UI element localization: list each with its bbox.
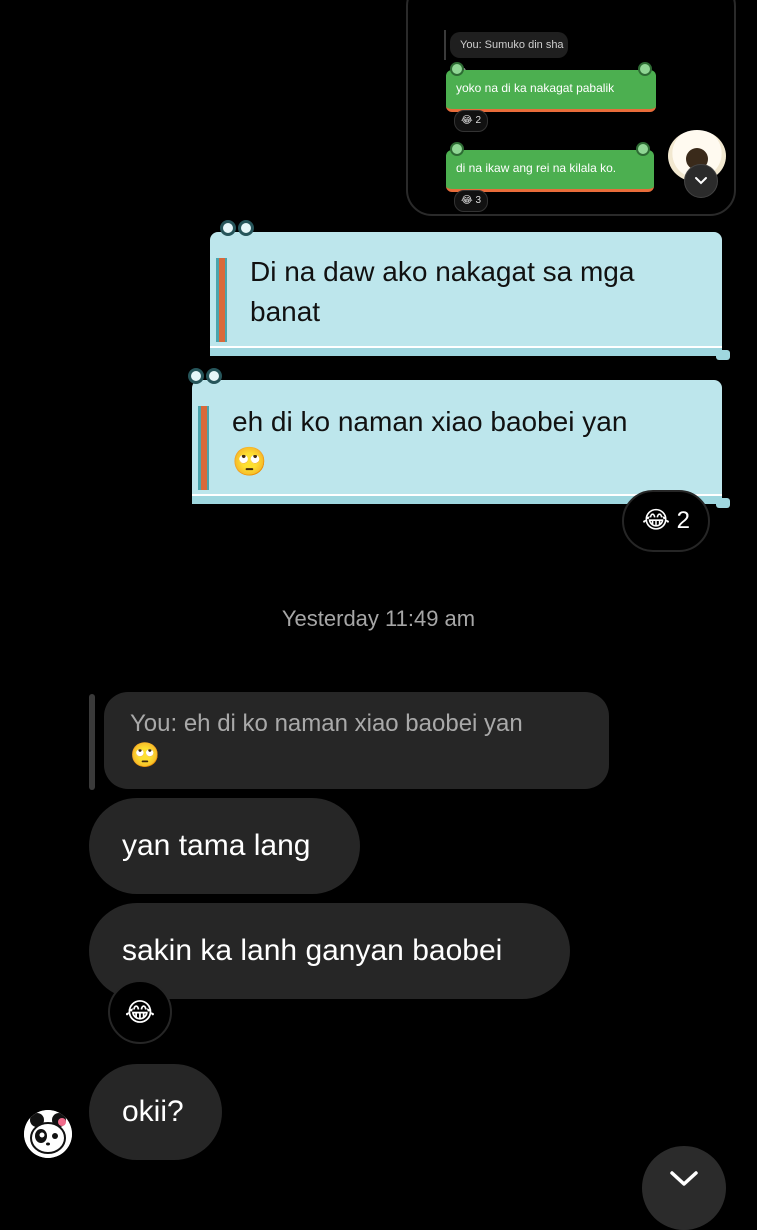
embed-reply-bar: [444, 30, 446, 60]
croc-bottom: [210, 346, 722, 356]
croc-eyes-icon: [220, 220, 260, 240]
panda-avatar-icon: [24, 1110, 72, 1158]
reply-quote-line2: 🙄: [130, 742, 160, 769]
croc-stripe: [216, 258, 227, 342]
reply-quote[interactable]: You: eh di ko naman xiao baobei yan 🙄: [104, 692, 609, 789]
timestamp: Yesterday 11:49 am: [281, 606, 476, 631]
embed-reply-preview: You: Sumuko din sha e: [450, 32, 568, 77]
sent-message-1-line2: banat: [250, 296, 321, 327]
sent-message-2[interactable]: eh di ko naman xiao baobei yan 🙄: [188, 368, 730, 508]
reply-quote-bar: [89, 694, 95, 790]
croc-eye-icon: [450, 62, 464, 76]
croc-stripe: [198, 406, 209, 490]
embed-reaction-2: 😂 3: [454, 190, 488, 212]
received-message-2[interactable]: sakin ka lanh ganyan baobei: [89, 903, 570, 999]
reply-quote-line1: You: eh di ko naman xiao baobei yan: [130, 710, 523, 737]
embed-reaction-1: 😂 2: [454, 110, 488, 132]
sent-message-1[interactable]: Di na daw ako nakagat sa mga banat: [210, 220, 730, 360]
embed-message-1: yoko na di ka nakagat pabalik: [446, 62, 656, 112]
croc-eye-icon: [638, 62, 652, 76]
embed-message-2: di na ikaw ang rei na kilala ko.: [446, 142, 654, 192]
sent-message-2-line2: 🙄: [232, 446, 267, 477]
reaction-count: 2: [676, 507, 691, 534]
chevron-down-icon: [695, 177, 707, 185]
laugh-cry-emoji-icon: 😂: [124, 997, 156, 1027]
croc-tail: [716, 350, 730, 360]
scroll-down-button[interactable]: [642, 1146, 726, 1230]
sent-message-1-line1: Di na daw ako nakagat sa mga: [250, 256, 635, 287]
reaction-pill[interactable]: 😂 2: [622, 490, 710, 552]
received-reaction[interactable]: 😂: [108, 980, 172, 1044]
embed-message-2-text: di na ikaw ang rei na kilala ko.: [456, 161, 617, 175]
chevron-down-icon: [670, 1171, 698, 1186]
laugh-cry-emoji-icon: 😂: [641, 507, 670, 534]
received-message-3[interactable]: okii?: [89, 1064, 222, 1160]
avatar[interactable]: [24, 1110, 72, 1158]
croc-eye-icon: [450, 142, 464, 156]
sent-message-2-line1: eh di ko naman xiao baobei yan: [232, 406, 628, 437]
received-message-1[interactable]: yan tama lang: [89, 798, 360, 894]
embed-message-1-text: yoko na di ka nakagat pabalik: [456, 81, 615, 95]
embed-scroll-down-button[interactable]: [684, 164, 718, 198]
croc-eye-icon: [636, 142, 650, 156]
croc-tail: [716, 498, 730, 508]
croc-eyes-icon: [188, 368, 228, 388]
